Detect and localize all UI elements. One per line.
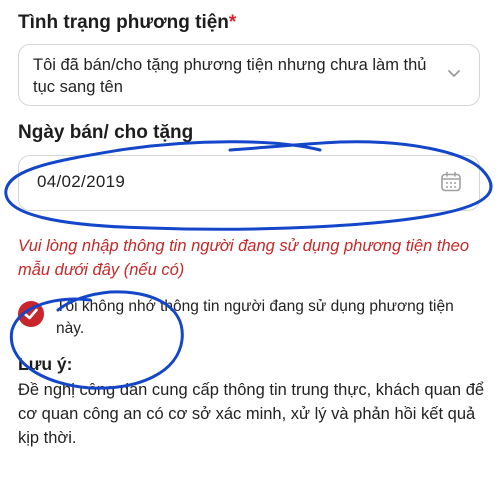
chevron-down-icon[interactable] <box>447 67 461 81</box>
vehicle-status-selected-value: Tôi đã bán/cho tặng phương tiện nhưng ch… <box>33 56 427 96</box>
sale-date-label: Ngày bán/ cho tặng <box>18 122 194 143</box>
sale-date-input[interactable]: 04/02/2019 <box>18 155 480 211</box>
calendar-icon[interactable] <box>439 170 463 194</box>
vehicle-status-select[interactable]: Tôi đã bán/cho tặng phương tiện nhưng ch… <box>18 44 480 106</box>
error-message: Vui lòng nhập thông tin người đang sử dụ… <box>18 237 470 279</box>
sale-date-value: 04/02/2019 <box>37 172 126 191</box>
checkmark-icon <box>24 308 38 320</box>
required-mark: * <box>228 12 237 33</box>
unknown-user-checkbox[interactable] <box>18 301 44 327</box>
vehicle-status-label: Tình trạng phương tiện* <box>18 12 236 34</box>
unknown-user-checkbox-label[interactable]: Tôi không nhớ thông tin người đang sử dụ… <box>56 296 476 340</box>
note-title: Lưu ý: <box>18 354 73 374</box>
vehicle-status-label-text: Tình trạng phương tiện <box>18 12 229 33</box>
note-body: Đề nghị công dân cung cấp thông tin trun… <box>18 381 485 447</box>
